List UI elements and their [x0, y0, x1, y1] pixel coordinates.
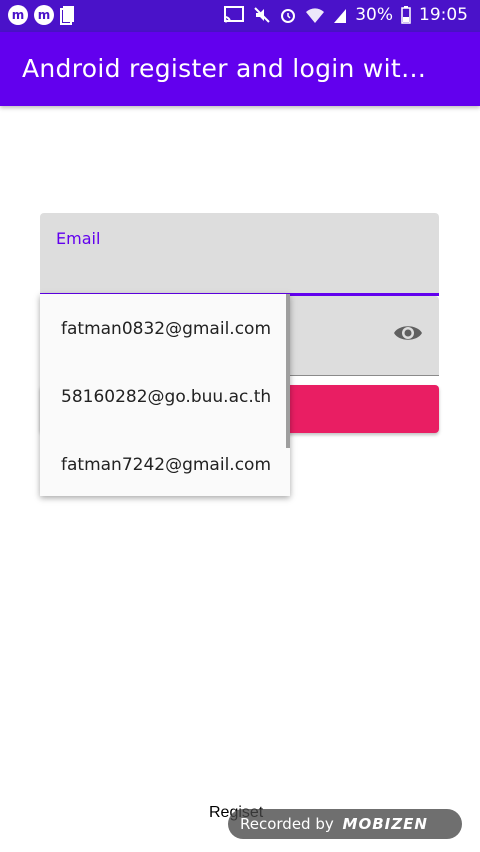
cast-icon [223, 6, 245, 24]
document-icon [60, 5, 76, 25]
autocomplete-item[interactable]: 58160282@go.buu.ac.th [40, 363, 290, 431]
mute-icon [253, 6, 271, 24]
signal-icon [333, 6, 347, 24]
watermark-text: Recorded by [240, 815, 334, 833]
status-bar: m m 30% 19:05 [0, 0, 480, 32]
autocomplete-item[interactable]: fatman7242@gmail.com [40, 431, 290, 499]
clock: 19:05 [419, 5, 468, 25]
recording-watermark: Recorded by MOBIZEN [228, 809, 462, 839]
notification-app-icon: m [8, 5, 28, 25]
battery-icon [401, 6, 411, 24]
eye-icon[interactable] [393, 322, 423, 348]
email-field[interactable]: Email [40, 213, 439, 296]
battery-percent: 30% [355, 5, 393, 25]
dropdown-scrollbar[interactable] [286, 294, 290, 448]
email-label: Email [56, 229, 101, 248]
status-right: 30% 19:05 [223, 5, 468, 25]
email-autocomplete-dropdown: fatman0832@gmail.com 58160282@go.buu.ac.… [40, 294, 290, 496]
alarm-icon [279, 6, 297, 24]
app-title: Android register and login with… [22, 54, 442, 83]
app-bar: Android register and login with… [0, 32, 480, 106]
status-left-icons: m m [8, 5, 76, 25]
mobizen-logo: MOBIZEN [342, 815, 428, 833]
notification-app-icon: m [34, 5, 54, 25]
wifi-icon [305, 6, 325, 24]
autocomplete-item[interactable]: fatman0832@gmail.com [40, 295, 290, 363]
